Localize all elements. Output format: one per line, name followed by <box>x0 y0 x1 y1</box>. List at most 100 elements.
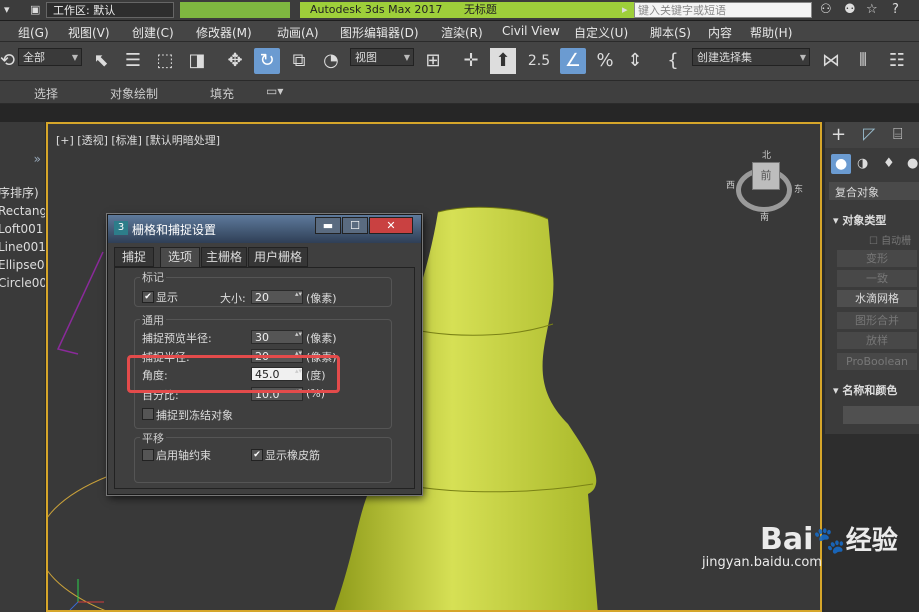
ribbon-tab-populate[interactable]: 填充 <box>210 85 234 102</box>
scene-item-rectangle[interactable]: Rectang <box>0 204 45 218</box>
menu-view[interactable]: 视图(V) <box>68 24 110 41</box>
move-icon[interactable]: ✥ <box>222 48 248 74</box>
translation-group-title: 平移 <box>140 430 166 446</box>
scene-item-circle[interactable]: Circle00 <box>0 276 45 290</box>
ribbon-options-icon[interactable]: ▭▾ <box>266 84 283 98</box>
snap-to-frozen-checkbox[interactable] <box>142 408 154 420</box>
viewcube-east[interactable]: 东 <box>794 182 803 195</box>
loft-button[interactable]: 放样 <box>837 332 917 349</box>
show-checkbox[interactable]: ✔ <box>142 291 154 303</box>
ribbon-tab-object-paint[interactable]: 对象绘制 <box>110 85 158 102</box>
rollout-object-type[interactable]: ▾ 对象类型 <box>833 212 886 228</box>
menu-rendering[interactable]: 渲染(R) <box>441 24 483 41</box>
percent-snap-icon[interactable]: % <box>592 48 618 74</box>
people-icon[interactable]: ⚉ <box>844 2 856 18</box>
expand-icon[interactable]: » <box>34 152 41 166</box>
viewcube-south[interactable]: 南 <box>760 210 769 223</box>
axis-constraint-checkbox[interactable] <box>142 449 154 461</box>
rubber-band-checkbox[interactable]: ✔ <box>251 449 263 461</box>
menu-help[interactable]: 帮助(H) <box>750 24 792 41</box>
keyboard-shortcut-icon[interactable]: ⬆ <box>490 48 516 74</box>
scene-item-ellipse[interactable]: Ellipse00 <box>0 258 45 272</box>
select-by-name-icon[interactable]: ☰ <box>120 48 146 74</box>
menu-customize[interactable]: 自定义(U) <box>574 24 628 41</box>
morph-button[interactable]: 变形 <box>837 250 917 267</box>
help-icon[interactable]: ? <box>892 2 899 18</box>
menu-civil-view[interactable]: Civil View <box>502 24 560 38</box>
binoculars-icon[interactable]: ⚇ <box>820 2 832 18</box>
sort-header[interactable]: 序排序) <box>0 184 39 201</box>
tab-home-grid[interactable]: 主栅格 <box>201 247 247 267</box>
rect-selection-icon[interactable]: ⬚ <box>152 48 178 74</box>
menu-group[interactable]: 组(G) <box>18 24 49 41</box>
reference-coordinate-dropdown[interactable]: 视图 <box>350 48 414 67</box>
dialog-titlebar[interactable]: 3 栅格和捕捉设置 ▬ ☐ ✕ <box>108 215 421 243</box>
scene-item-line[interactable]: Line001 <box>0 240 45 254</box>
scene-item-loft[interactable]: Loft001 <box>0 222 43 236</box>
tab-options[interactable]: 选项 <box>160 247 200 268</box>
shapes-category-icon[interactable]: ◑ <box>857 156 868 171</box>
dialog-title: 栅格和捕捉设置 <box>132 223 217 237</box>
select-manipulate-icon[interactable]: ✛ <box>458 48 484 74</box>
blobmesh-button[interactable]: 水滴网格 <box>837 290 917 307</box>
sphere-icon: ● <box>835 156 848 172</box>
create-tab-icon[interactable]: + <box>831 124 846 145</box>
app-menu-icon[interactable]: ▾ <box>4 2 10 18</box>
title-bar: ▾ ▣ 工作区: 默认 Autodesk 3ds Max 2017 无标题 ▸ … <box>0 0 919 21</box>
search-input[interactable]: 键入关键字或短语 <box>634 2 812 18</box>
menu-animation[interactable]: 动画(A) <box>277 24 319 41</box>
hierarchy-tab-icon[interactable]: ⌸ <box>893 124 903 144</box>
snap-preview-radius-spinner[interactable]: 30 <box>251 330 303 344</box>
link-icon[interactable]: ⟲ <box>0 48 15 74</box>
menu-scripting[interactable]: 脚本(S) <box>650 24 691 41</box>
proboolean-button[interactable]: ProBoolean <box>837 353 917 370</box>
menu-bar: 组(G) 视图(V) 创建(C) 修改器(M) 动画(A) 图形编辑器(D) 渲… <box>0 21 919 41</box>
mirror-icon[interactable]: ⋈ <box>818 48 844 74</box>
close-button[interactable]: ✕ <box>369 217 413 234</box>
snap-toggle-icon[interactable]: 2.5 <box>526 48 552 74</box>
star-icon[interactable]: ☆ <box>866 2 878 18</box>
size-spinner[interactable]: 20 <box>251 290 303 304</box>
menu-create[interactable]: 创建(C) <box>132 24 174 41</box>
layer-manager-icon[interactable]: ☷ <box>884 48 910 74</box>
viewcube-west[interactable]: 西 <box>726 178 735 191</box>
select-object-icon[interactable]: ⬉ <box>88 48 114 74</box>
angle-snap-icon[interactable]: ∠ <box>560 48 586 74</box>
chevron-right-icon[interactable]: ▸ <box>622 2 628 18</box>
viewcube-face-front[interactable]: 前 <box>752 162 780 190</box>
pivot-icon[interactable]: ⊞ <box>420 48 446 74</box>
cameras-category-icon[interactable]: ● <box>907 156 918 171</box>
selection-filter-dropdown[interactable]: 全部 <box>18 48 82 67</box>
lights-category-icon[interactable]: ♦ <box>883 156 895 171</box>
viewcube[interactable]: 前 西 东 南 北 <box>726 151 803 223</box>
shape-merge-button[interactable]: 图形合并 <box>837 312 917 329</box>
menu-modifiers[interactable]: 修改器(M) <box>196 24 252 41</box>
align-icon[interactable]: ⫴ <box>850 48 876 74</box>
minimize-button[interactable]: ▬ <box>315 217 341 234</box>
rotate-icon[interactable]: ↻ <box>254 48 280 74</box>
tab-user-grids[interactable]: 用户栅格 <box>248 247 308 267</box>
viewcube-north[interactable]: 北 <box>762 148 771 161</box>
watermark-brand: Bai <box>760 522 814 557</box>
scale-icon[interactable]: ⧉ <box>286 48 312 74</box>
snap-preview-radius-unit: (像素) <box>306 332 337 345</box>
rollout-name-color[interactable]: ▾ 名称和颜色 <box>833 382 897 398</box>
edit-named-selection-icon[interactable]: { <box>660 48 686 74</box>
conform-button[interactable]: 一致 <box>837 270 917 287</box>
ribbon-tab-selection[interactable]: 选择 <box>34 85 58 102</box>
category-dropdown[interactable]: 复合对象 <box>829 182 919 200</box>
place-icon[interactable]: ◔ <box>318 48 344 74</box>
viewport-label[interactable]: [+] [透视] [标准] [默认明暗处理] <box>56 132 220 148</box>
window-crossing-icon[interactable]: ◨ <box>184 48 210 74</box>
maximize-button[interactable]: ☐ <box>342 217 368 234</box>
modify-tab-icon[interactable]: ◸ <box>863 124 875 143</box>
rollout-object-type-label: 对象类型 <box>842 214 887 227</box>
named-selection-set-dropdown[interactable]: 创建选择集 <box>692 48 810 67</box>
snap-preview-radius-label: 捕捉预览半径: <box>142 332 212 345</box>
workspace-dropdown[interactable]: 工作区: 默认 <box>46 2 174 18</box>
object-name-field[interactable] <box>843 406 919 424</box>
tab-snaps[interactable]: 捕捉 <box>114 247 154 267</box>
menu-content[interactable]: 内容 <box>708 24 732 41</box>
spinner-snap-icon[interactable]: ⇕ <box>622 48 648 74</box>
menu-graph-editors[interactable]: 图形编辑器(D) <box>340 24 419 41</box>
